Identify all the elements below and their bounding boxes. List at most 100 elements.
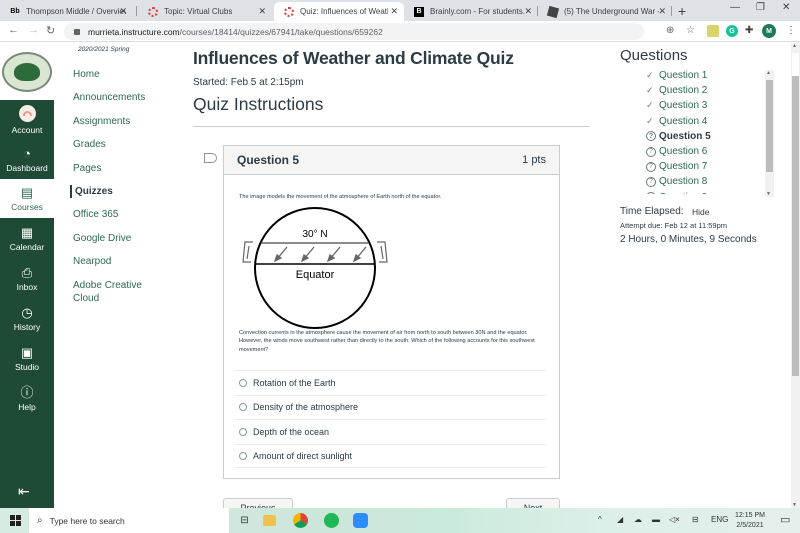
tab-brainly[interactable]: B Brainly.com - For students. By s ✕ — [404, 2, 538, 21]
scroll-up-icon[interactable]: ▲ — [766, 70, 771, 76]
nav-courses[interactable]: ▤ Courses — [0, 179, 54, 218]
file-explorer-icon[interactable] — [263, 515, 276, 526]
tab-quiz[interactable]: Quiz: Influences of Weather an ✕ — [274, 2, 404, 21]
tab-thompson-middle[interactable]: Bb Thompson Middle / Overview ✕ — [0, 2, 133, 21]
minimize-button[interactable]: — — [730, 2, 740, 13]
windows-taskbar: ⌕ Type here to search ⊟ ^ ◢ ☁ ▬ ◁× ⊟ ENG… — [0, 508, 800, 533]
course-nav-announcements[interactable]: Announcements — [73, 91, 183, 104]
course-nav-quizzes[interactable]: Quizzes — [70, 185, 180, 198]
grammarly-icon[interactable]: G — [726, 25, 738, 37]
onedrive-icon[interactable]: ☁ — [634, 515, 642, 524]
question-link-1[interactable]: ✓ Question 1 — [646, 68, 766, 83]
language-indicator[interactable]: ENG — [711, 515, 728, 524]
bookmark-star-icon[interactable]: ☆ — [686, 25, 695, 36]
course-nav-nearpod[interactable]: Nearpod — [73, 255, 183, 268]
extensions-puzzle-icon[interactable]: ✚ — [745, 25, 753, 36]
battery-icon[interactable]: ▬ — [652, 515, 660, 524]
notifications-icon[interactable]: ▭ — [780, 513, 790, 526]
keyboard-icon[interactable]: ⊟ — [692, 515, 699, 524]
network-icon[interactable]: ◢ — [617, 515, 623, 524]
course-nav-grades[interactable]: Grades — [73, 138, 183, 151]
extension-icon[interactable] — [707, 25, 719, 37]
course-nav-google-drive[interactable]: Google Drive — [73, 232, 183, 245]
address-bar[interactable]: murrieta.instructure.com/courses/18414/q… — [64, 23, 644, 40]
scrollbar-thumb[interactable] — [766, 80, 773, 172]
courses-icon: ▤ — [20, 185, 34, 200]
tab-separator — [136, 6, 137, 16]
question-list-scrollbar[interactable]: ▲ ▼ — [765, 70, 774, 197]
windows-start-icon[interactable] — [10, 515, 21, 526]
back-button[interactable]: ← — [8, 24, 19, 36]
nav-dashboard[interactable]: ◔ Dashboard — [0, 140, 54, 179]
reload-button[interactable]: ↻ — [46, 24, 55, 37]
close-tab-icon[interactable]: ✕ — [658, 6, 666, 17]
question-link-3[interactable]: ✓ Question 3 — [646, 98, 766, 113]
radio-button[interactable] — [239, 451, 247, 460]
course-nav-pages[interactable]: Pages — [73, 162, 183, 175]
course-nav-home[interactable]: Home — [73, 68, 183, 81]
course-nav-assignments[interactable]: Assignments — [73, 115, 183, 128]
scroll-down-icon[interactable]: ▼ — [766, 191, 771, 197]
new-tab-button[interactable]: + — [678, 3, 686, 19]
answer-option[interactable]: Rotation of the Earth — [234, 370, 546, 395]
task-view-icon[interactable]: ⊟ — [237, 513, 252, 528]
answer-option[interactable]: Amount of direct sunlight — [234, 443, 546, 468]
spotify-icon[interactable] — [324, 513, 339, 528]
nav-studio[interactable]: ▣ Studio — [0, 339, 54, 378]
question-header: Question 5 1 pts — [224, 146, 559, 175]
close-window-button[interactable]: ✕ — [782, 2, 790, 13]
scrollbar-thumb[interactable] — [792, 76, 799, 376]
district-logo[interactable]: Murrieta Valley Unified School District — [0, 43, 54, 100]
course-nav-office-365[interactable]: Office 365 — [73, 208, 183, 221]
zoom-app-icon[interactable] — [353, 513, 368, 528]
close-tab-icon[interactable]: ✕ — [390, 6, 398, 17]
page-scrollbar[interactable]: ▲ ▼ — [791, 43, 800, 508]
radio-button[interactable] — [239, 427, 247, 436]
tab-virtual-clubs[interactable]: Topic: Virtual Clubs ✕ — [138, 2, 272, 21]
answer-option[interactable]: Density of the atmosphere — [234, 394, 546, 420]
roblox-icon — [546, 5, 560, 18]
question-link-4[interactable]: ✓ Question 4 — [646, 114, 766, 129]
question-mark-icon: ? — [646, 176, 656, 187]
question-link-9[interactable]: ?Question 9 — [646, 190, 766, 194]
browser-toolbar: ← → ↻ murrieta.instructure.com/courses/1… — [0, 21, 800, 42]
flag-question-icon[interactable] — [204, 153, 217, 163]
collapse-nav-icon[interactable]: ⇤ — [18, 483, 30, 500]
zoom-icon[interactable]: ⊕ — [666, 25, 674, 36]
tray-chevron-icon[interactable]: ^ — [598, 515, 602, 524]
nav-calendar[interactable]: ▦ Calendar — [0, 219, 54, 258]
profile-avatar[interactable]: M — [762, 24, 776, 38]
chrome-icon[interactable] — [293, 513, 308, 528]
question-link-6[interactable]: ? Question 6 — [646, 144, 766, 159]
tab-roblox[interactable]: (5) The Underground War - Rol ✕ — [538, 2, 672, 21]
system-clock[interactable]: 12:15 PM 2/5/2021 — [735, 511, 765, 531]
question-link-2[interactable]: ✓ Question 2 — [646, 83, 766, 98]
question-link-5[interactable]: ? Question 5 — [646, 129, 766, 144]
lock-icon — [74, 28, 80, 35]
answer-option[interactable]: Depth of the ocean — [234, 419, 546, 444]
question-mark-icon: ? — [646, 131, 656, 142]
tree-icon — [14, 62, 40, 81]
nav-inbox[interactable]: ⎙ Inbox — [0, 259, 54, 298]
nav-account[interactable]: Account — [0, 100, 54, 140]
course-nav-adobe-creative-cloud[interactable]: Adobe Creative Cloud — [73, 279, 153, 305]
close-tab-icon[interactable]: ✕ — [258, 6, 266, 17]
menu-kebab-icon[interactable]: ⋮ — [786, 25, 796, 36]
question-link-7[interactable]: ? Question 7 — [646, 159, 766, 174]
question-card: Question 5 1 pts The image models the mo… — [223, 145, 560, 479]
nav-help[interactable]: ⓘ Help — [0, 379, 54, 418]
radio-button[interactable] — [239, 378, 247, 387]
hide-timer-link[interactable]: Hide — [692, 207, 709, 217]
volume-muted-icon[interactable]: ◁× — [669, 515, 680, 524]
restore-button[interactable]: ❐ — [756, 2, 765, 13]
answer-list: Rotation of the Earth Density of the atm… — [234, 370, 546, 468]
question-mark-icon: ? — [646, 192, 656, 194]
close-tab-icon[interactable]: ✕ — [119, 6, 127, 17]
radio-button[interactable] — [239, 403, 247, 412]
taskbar-search[interactable]: ⌕ Type here to search — [29, 508, 229, 533]
nav-history[interactable]: ◷ History — [0, 299, 54, 338]
scroll-up-icon[interactable]: ▲ — [792, 43, 797, 49]
forward-button[interactable]: → — [28, 24, 39, 36]
close-tab-icon[interactable]: ✕ — [524, 6, 532, 17]
question-link-8[interactable]: ? Question 8 — [646, 174, 766, 189]
